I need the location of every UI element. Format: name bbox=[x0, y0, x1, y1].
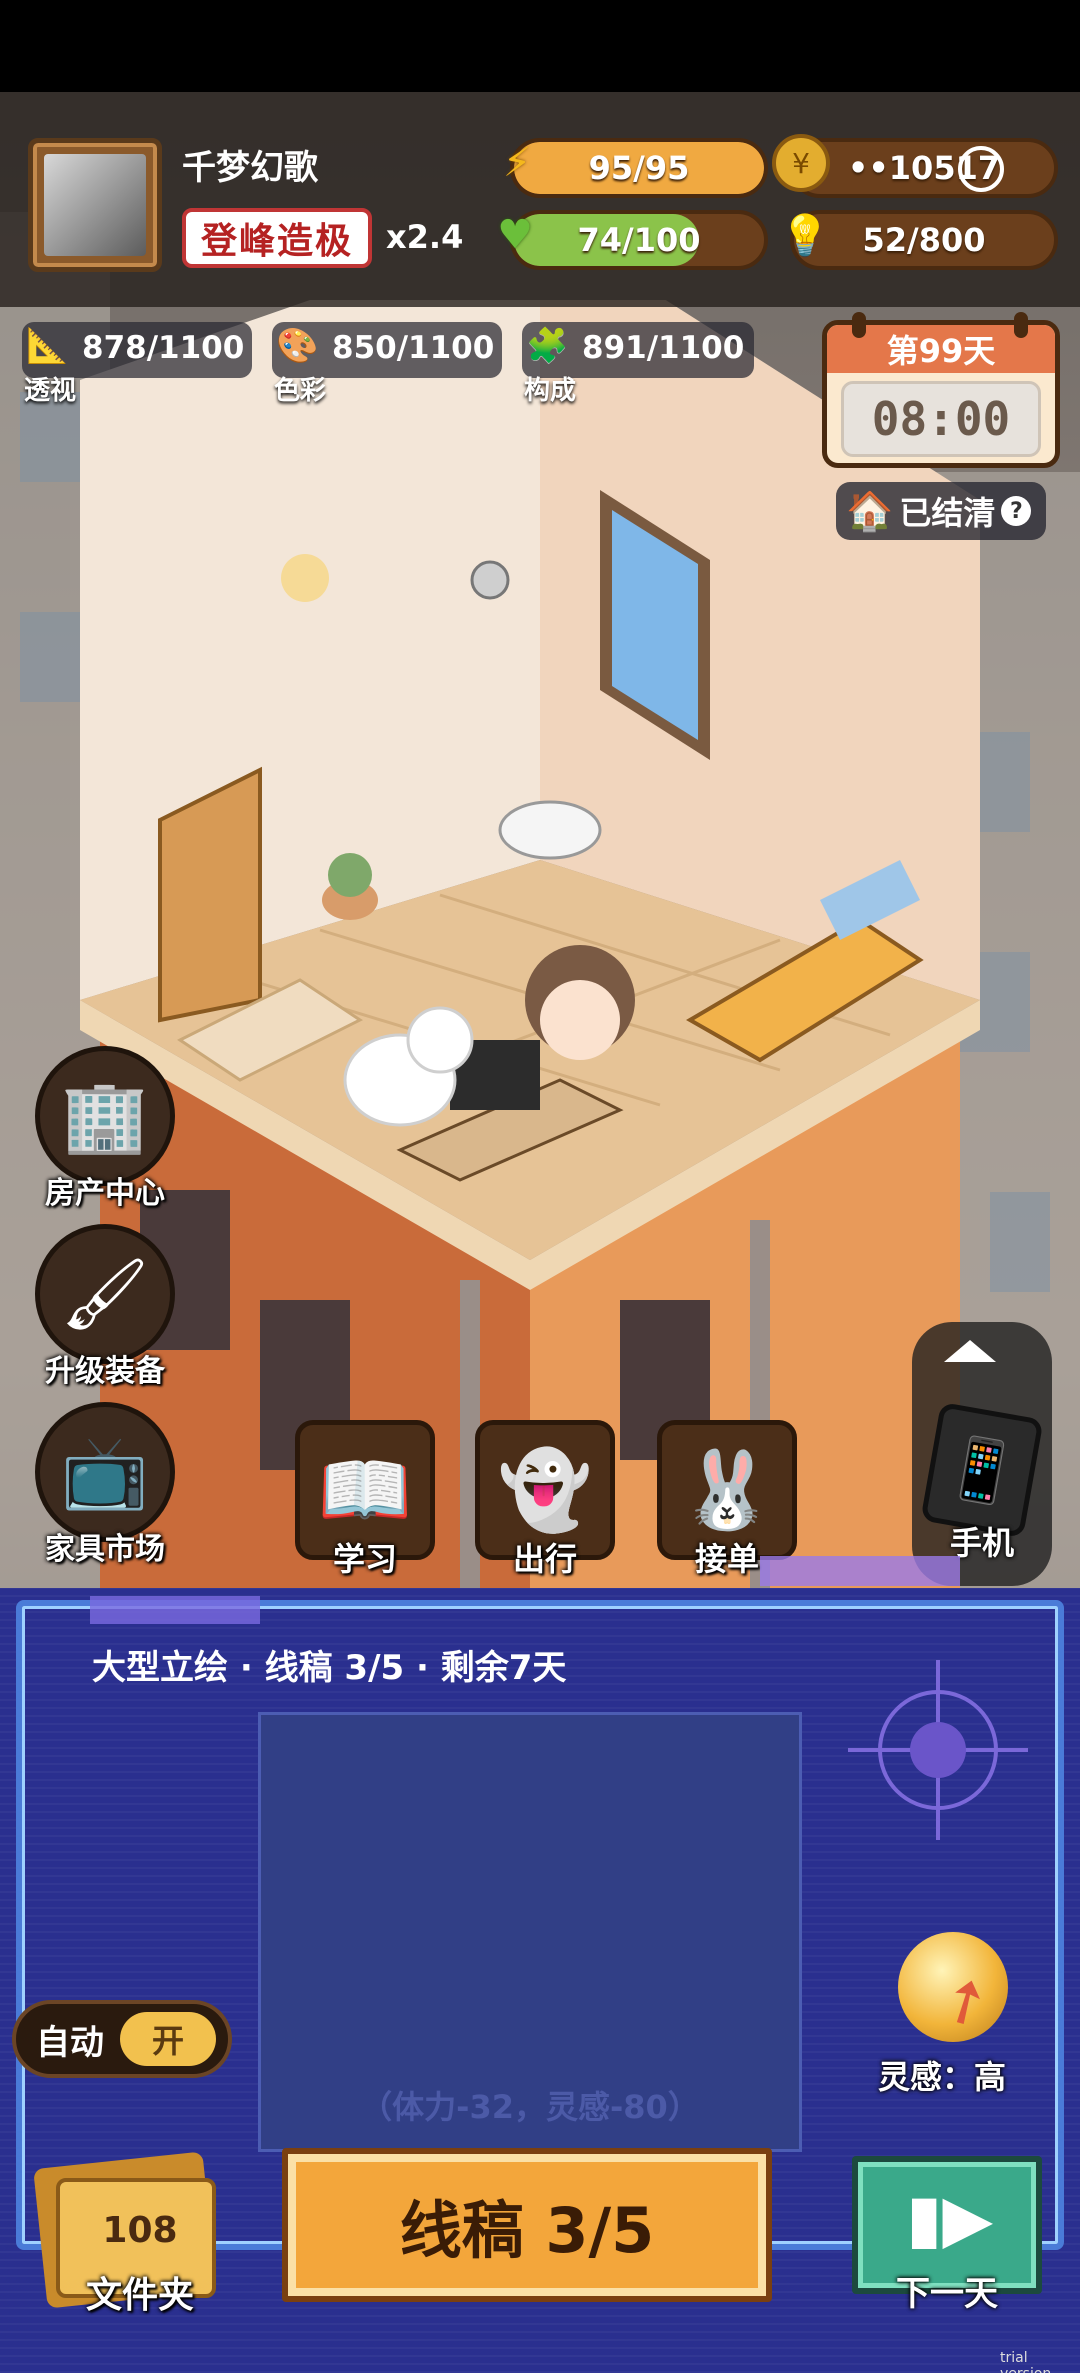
skill-value: 891/1100 bbox=[582, 330, 745, 366]
record-icon[interactable] bbox=[958, 146, 1004, 192]
travel-button[interactable]: 👻 出行 bbox=[470, 1420, 620, 1580]
skill-label: 色彩 bbox=[274, 376, 327, 406]
coin-bar: ••10517 bbox=[790, 138, 1058, 198]
auto-toggle[interactable]: 自动 开 bbox=[12, 2000, 232, 2078]
study-button[interactable]: 📖 学习 bbox=[290, 1420, 440, 1580]
day-calendar[interactable]: 第99天 08:00 bbox=[822, 320, 1060, 468]
skill-value: 850/1100 bbox=[332, 330, 495, 366]
glitch-deco bbox=[760, 1556, 960, 1586]
clock-time: 08:00 bbox=[841, 381, 1041, 457]
ruler-icon: 📐 bbox=[26, 326, 69, 366]
chevron-up-icon[interactable] bbox=[944, 1340, 996, 1362]
sketch-action-label: 线稿 3/5 bbox=[399, 2194, 655, 2267]
upgrade-equipment-button[interactable]: 🖌 升级装备 bbox=[30, 1224, 180, 1390]
energy-bar: 95/95 bbox=[510, 138, 768, 198]
coin-value: ••10517 bbox=[847, 149, 1001, 187]
calendar-ring bbox=[852, 312, 866, 338]
inspiration-level: 灵感：高 bbox=[878, 2058, 1007, 2096]
property-center-label: 房产中心 bbox=[45, 1176, 165, 1211]
watermark: trial version bbox=[1000, 2350, 1051, 2373]
skill-label: 构成 bbox=[524, 376, 577, 406]
skill-label: 透视 bbox=[24, 376, 77, 406]
auto-state: 开 bbox=[120, 2012, 216, 2066]
skill-perspective: 📐 878/1100 透视 bbox=[22, 322, 252, 406]
skill-composition: 🧩 891/1100 构成 bbox=[522, 322, 754, 406]
calendar-ring bbox=[1014, 312, 1028, 338]
health-bar: 74/100 bbox=[510, 210, 768, 270]
health-value: 74/100 bbox=[577, 221, 701, 259]
rent-status-text: 已结清 bbox=[899, 494, 996, 532]
dog-head bbox=[406, 1006, 474, 1074]
property-center-button[interactable]: 🏢 房产中心 bbox=[30, 1046, 180, 1212]
avatar-image bbox=[44, 154, 146, 256]
skill-color: 🎨 850/1100 色彩 bbox=[272, 322, 502, 406]
furniture-market-button[interactable]: 📺 家具市场 bbox=[30, 1402, 180, 1568]
upgrade-equipment-label: 升级装备 bbox=[45, 1354, 165, 1389]
furniture-icon: 📺 bbox=[35, 1402, 175, 1542]
help-icon[interactable]: ? bbox=[1001, 496, 1032, 526]
brush-pen-icon: 🖌 bbox=[35, 1224, 175, 1364]
composition-icon: 🧩 bbox=[526, 326, 569, 366]
palette-icon: 🎨 bbox=[276, 326, 319, 366]
rent-status[interactable]: 🏠 已结清 ? bbox=[836, 482, 1046, 540]
furniture-market-label: 家具市场 bbox=[45, 1532, 165, 1567]
top-hud bbox=[0, 92, 1080, 307]
heart-icon: ♥ bbox=[497, 212, 533, 258]
rank-multiplier: x2.4 bbox=[386, 218, 464, 256]
skill-value: 878/1100 bbox=[82, 330, 245, 366]
lightning-icon: ⚡ bbox=[502, 140, 532, 186]
rank-label: 登峰造极 bbox=[200, 221, 353, 262]
player-name: 千梦幻歌 bbox=[182, 148, 318, 188]
action-cost: （体力-32，灵感-80） bbox=[360, 2088, 700, 2126]
play-next-icon: ▮▶ bbox=[906, 2180, 994, 2257]
folder-label: 文件夹 bbox=[85, 2275, 194, 2316]
study-label: 学习 bbox=[332, 1540, 397, 1578]
next-day-label: 下一天 bbox=[896, 2274, 998, 2314]
auto-label: 自动 bbox=[36, 2022, 104, 2063]
sketch-action-button[interactable]: 线稿 3/5 bbox=[282, 2148, 772, 2302]
glitch-deco bbox=[90, 1596, 260, 1624]
shower-head bbox=[470, 560, 510, 600]
toilet bbox=[498, 800, 602, 860]
energy-value: 95/95 bbox=[588, 149, 690, 187]
coin-icon: ¥ bbox=[772, 134, 830, 192]
rank-badge: 登峰造极 bbox=[182, 208, 372, 268]
crosshair-center bbox=[910, 1722, 966, 1778]
character-face bbox=[540, 980, 620, 1060]
house-icon: 🏠 bbox=[846, 488, 894, 533]
travel-label: 出行 bbox=[512, 1540, 577, 1578]
lightbulb-icon: 💡 bbox=[780, 212, 830, 259]
sparkle-icon bbox=[281, 554, 329, 602]
succulent bbox=[328, 853, 372, 897]
job-title: 大型立绘 · 线稿 3/5 · 剩余7天 bbox=[92, 1648, 567, 1688]
building-icon: 🏢 bbox=[35, 1046, 175, 1186]
folder-count: 108 bbox=[102, 2210, 178, 2251]
